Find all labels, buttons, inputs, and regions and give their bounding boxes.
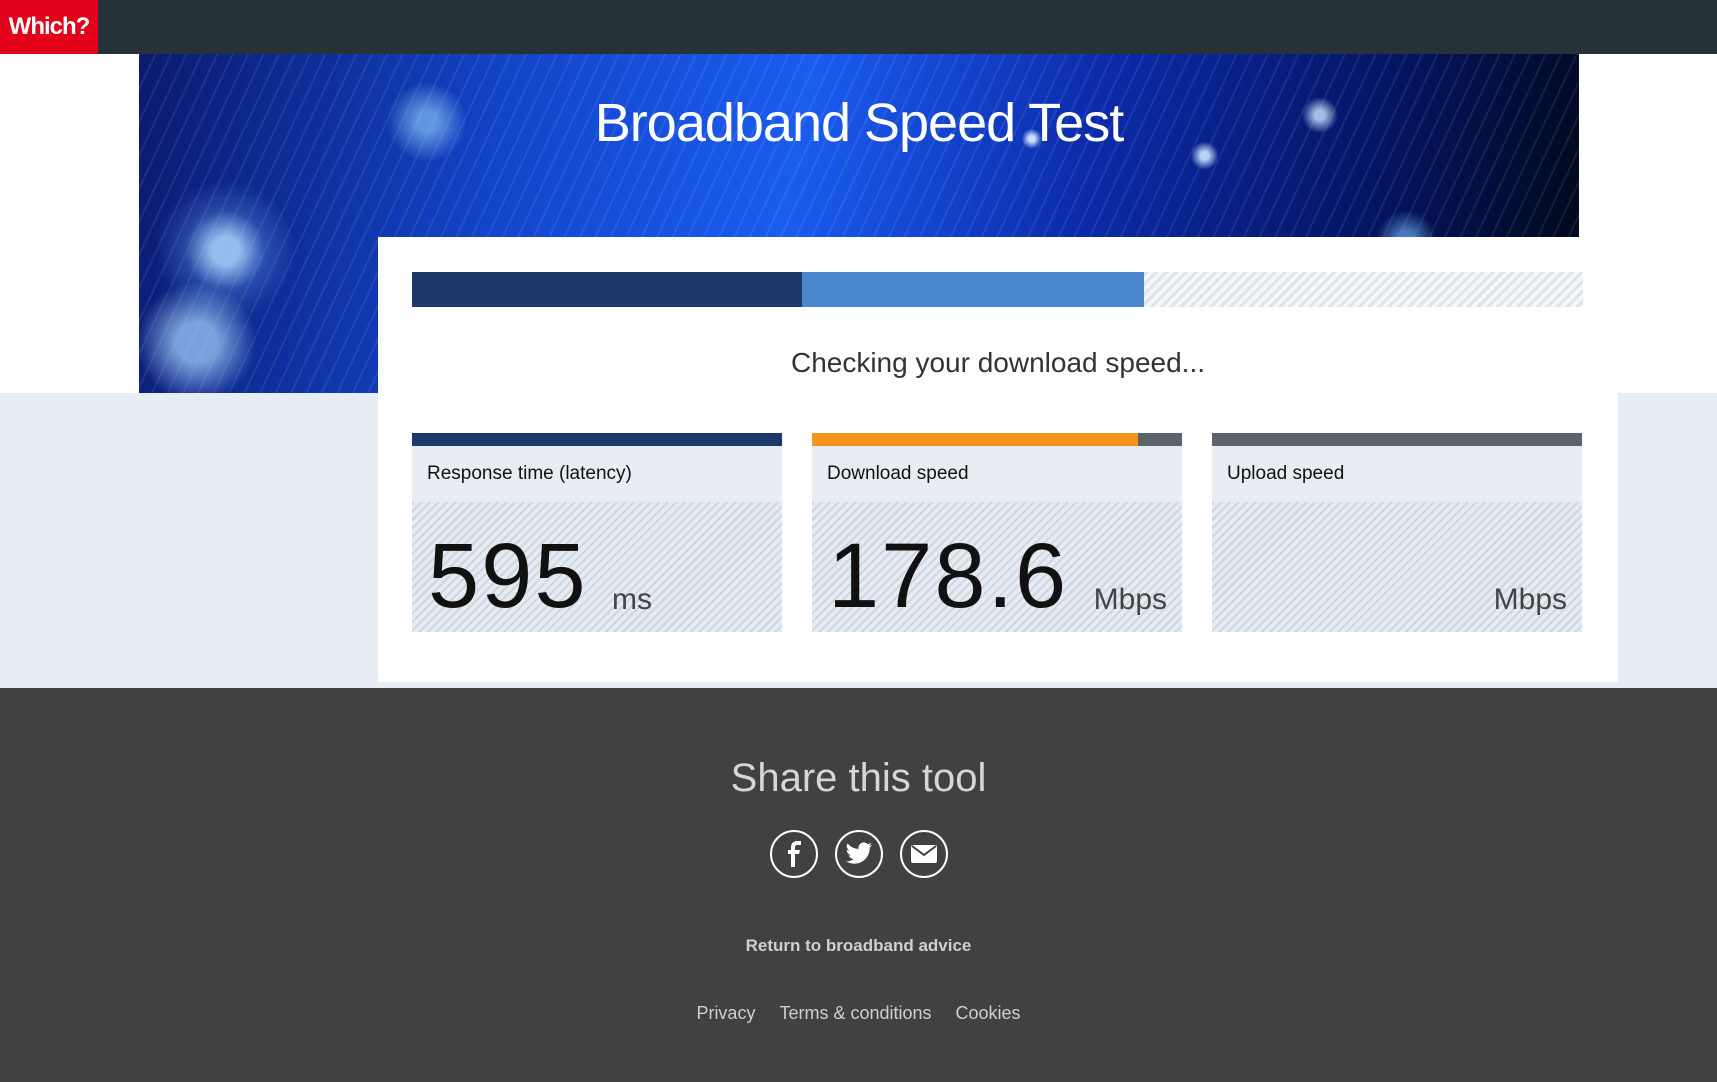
footer: Share this tool Return to broadband advi… bbox=[0, 688, 1717, 1082]
latency-body: 595 ms bbox=[412, 502, 782, 632]
upload-panel: Upload speed Mbps bbox=[1212, 433, 1582, 632]
download-bar bbox=[812, 433, 1182, 446]
which-logo[interactable]: Which? bbox=[0, 0, 98, 54]
share-buttons bbox=[0, 830, 1717, 878]
download-bar-fill bbox=[812, 433, 1138, 446]
facebook-icon[interactable] bbox=[769, 830, 818, 878]
speed-test-card: Checking your download speed... Response… bbox=[378, 237, 1618, 682]
test-status: Checking your download speed... bbox=[790, 347, 1206, 378]
latency-unit: ms bbox=[612, 583, 652, 616]
top-bar: Which? bbox=[0, 0, 1717, 54]
latency-bar-fill bbox=[412, 433, 782, 446]
email-icon[interactable] bbox=[899, 830, 948, 878]
download-unit: Mbps bbox=[1093, 583, 1167, 616]
share-title: Share this tool bbox=[730, 756, 987, 800]
upload-label: Upload speed bbox=[1212, 446, 1582, 502]
twitter-icon[interactable] bbox=[834, 830, 883, 878]
download-body: 178.6 Mbps bbox=[812, 502, 1182, 632]
upload-unit: Mbps bbox=[1493, 583, 1567, 616]
download-panel: Download speed 178.6 Mbps bbox=[812, 433, 1182, 632]
progress-latency-segment bbox=[412, 272, 802, 307]
return-to-broadband-link[interactable]: Return to broadband advice bbox=[0, 936, 1717, 956]
cookies-link[interactable]: Cookies bbox=[956, 1003, 1021, 1024]
latency-label: Response time (latency) bbox=[412, 446, 782, 502]
latency-bar bbox=[412, 433, 782, 446]
download-value: 178.6 bbox=[828, 525, 1069, 627]
download-label: Download speed bbox=[812, 446, 1182, 502]
progress-download-segment bbox=[801, 272, 1144, 307]
privacy-link[interactable]: Privacy bbox=[696, 1003, 755, 1024]
latency-value: 595 bbox=[428, 525, 588, 627]
legal-links: Privacy Terms & conditions Cookies bbox=[0, 1003, 1717, 1024]
upload-bar bbox=[1212, 433, 1582, 446]
terms-link[interactable]: Terms & conditions bbox=[779, 1003, 931, 1024]
upload-body: Mbps bbox=[1212, 502, 1582, 632]
latency-panel: Response time (latency) 595 ms bbox=[412, 433, 782, 632]
test-progress-bar bbox=[412, 272, 1583, 307]
card-wrapper: Checking your download speed... Response… bbox=[139, 54, 1618, 682]
